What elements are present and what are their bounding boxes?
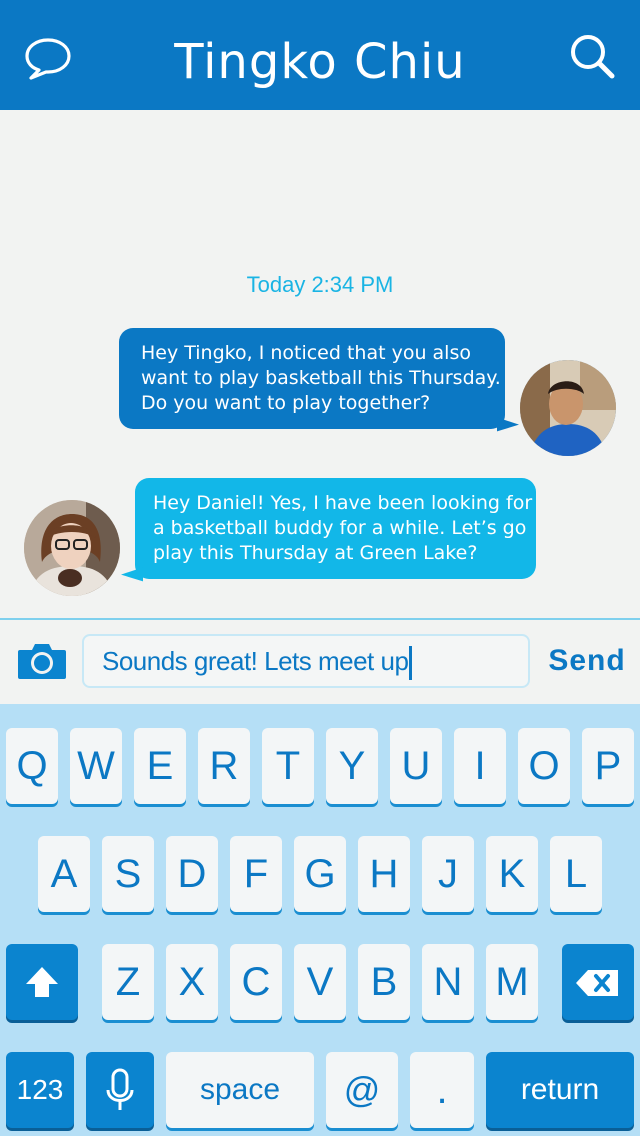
avatar-tingko[interactable] — [24, 500, 120, 596]
key-j[interactable]: J — [422, 836, 474, 912]
bubble-tail — [121, 567, 143, 589]
camera-icon[interactable] — [16, 642, 68, 680]
shift-arrow-icon — [26, 967, 58, 997]
key-y[interactable]: Y — [326, 728, 378, 804]
nav-bar: Tingko Chiu — [0, 0, 640, 110]
key-w[interactable]: W — [70, 728, 122, 804]
key-t[interactable]: T — [262, 728, 314, 804]
key-q[interactable]: Q — [6, 728, 58, 804]
send-button[interactable]: Send — [540, 638, 634, 684]
space-key[interactable]: space — [166, 1052, 314, 1128]
page-title: Tingko Chiu — [174, 34, 466, 90]
text-caret — [409, 646, 413, 681]
message-composer: Sounds great! Lets meet up Send — [0, 618, 640, 704]
key-k[interactable]: K — [486, 836, 538, 912]
numbers-key[interactable]: 123 — [6, 1052, 74, 1128]
key-p[interactable]: P — [582, 728, 634, 804]
backspace-icon — [576, 970, 618, 996]
key-g[interactable]: G — [294, 836, 346, 912]
key-f[interactable]: F — [230, 836, 282, 912]
key-n[interactable]: N — [422, 944, 474, 1020]
message-input-text: Sounds great! Lets meet up — [102, 646, 409, 676]
message-line: a basketball buddy for a while. Let’s go — [153, 517, 527, 539]
bubble-tail — [497, 417, 519, 439]
key-u[interactable]: U — [390, 728, 442, 804]
message-timestamp: Today 2:34 PM — [246, 272, 394, 297]
search-icon[interactable] — [566, 32, 618, 84]
microphone-key[interactable] — [86, 1052, 154, 1128]
delete-key[interactable] — [562, 944, 634, 1020]
key-i[interactable]: I — [454, 728, 506, 804]
key-c[interactable]: C — [230, 944, 282, 1020]
key-m[interactable]: M — [486, 944, 538, 1020]
key-x[interactable]: X — [166, 944, 218, 1020]
chat-bubble-icon[interactable] — [22, 32, 74, 84]
return-key[interactable]: return — [486, 1052, 634, 1128]
avatar-daniel[interactable] — [520, 360, 616, 456]
message-line: Hey Daniel! Yes, I have been looking for — [153, 492, 533, 514]
shift-key[interactable] — [6, 944, 78, 1020]
key-o[interactable]: O — [518, 728, 570, 804]
period-key[interactable]: . — [410, 1052, 474, 1128]
outgoing-message-bubble[interactable]: Hey Tingko, I noticed that you also want… — [119, 328, 519, 439]
key-e[interactable]: E — [134, 728, 186, 804]
key-h[interactable]: H — [358, 836, 410, 912]
incoming-message-bubble[interactable]: Hey Daniel! Yes, I have been looking for… — [121, 478, 536, 589]
keyboard: Q W E R T Y U I O P A S D F G H J K L Z … — [0, 704, 640, 1136]
key-r[interactable]: R — [198, 728, 250, 804]
key-a[interactable]: A — [38, 836, 90, 912]
key-z[interactable]: Z — [102, 944, 154, 1020]
at-key[interactable]: @ — [326, 1052, 398, 1128]
key-b[interactable]: B — [358, 944, 410, 1020]
message-input[interactable]: Sounds great! Lets meet up — [82, 634, 530, 688]
key-v[interactable]: V — [294, 944, 346, 1020]
key-s[interactable]: S — [102, 836, 154, 912]
key-l[interactable]: L — [550, 836, 602, 912]
message-line: Do you want to play together? — [141, 392, 431, 414]
microphone-icon — [106, 1068, 134, 1110]
message-line: play this Thursday at Green Lake? — [153, 542, 478, 564]
message-line: Hey Tingko, I noticed that you also — [141, 342, 471, 364]
message-line: want to play basketball this Thursday. — [141, 367, 501, 389]
key-d[interactable]: D — [166, 836, 218, 912]
